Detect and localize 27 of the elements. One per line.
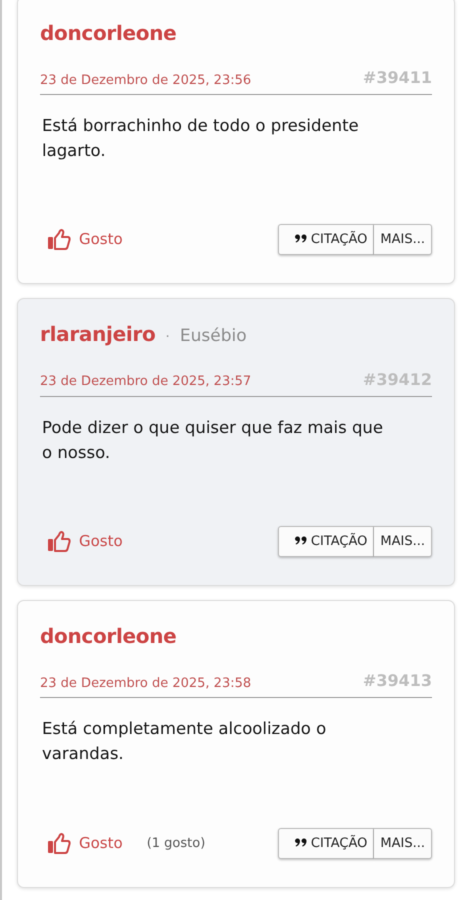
- like-button[interactable]: Gosto: [47, 832, 123, 854]
- like-count: (1 gosto): [146, 834, 206, 852]
- quote-button[interactable]: CITAÇÃO: [278, 526, 374, 557]
- quote-button[interactable]: CITAÇÃO: [278, 828, 374, 859]
- like-button[interactable]: Gosto: [47, 530, 123, 552]
- more-button[interactable]: MAIS...: [374, 526, 432, 557]
- author-name[interactable]: doncorleone: [40, 621, 176, 651]
- post-date: 23 de Dezembro de 2025, 23:58: [40, 674, 252, 692]
- user-title: Eusébio: [180, 325, 247, 348]
- more-button[interactable]: MAIS...: [374, 224, 432, 255]
- post-body: Pode dizer o que quiser que faz mais que o nosso.: [41, 416, 384, 464]
- post-body: Está completamente alcoolizado o varandas.: [41, 718, 328, 765]
- post-body: Está borrachinho de todo o presidente lagarto.: [41, 115, 360, 162]
- author-name[interactable]: doncorleone: [40, 18, 176, 48]
- thumbs-up-icon: [47, 832, 71, 854]
- thumbs-up-icon: [47, 228, 71, 250]
- post-date: 23 de Dezembro de 2025, 23:56: [40, 72, 252, 90]
- thumbs-up-icon: [47, 530, 71, 552]
- separator-dot: ·: [165, 328, 170, 347]
- quote-icon: [294, 536, 307, 546]
- post-date: 23 de Dezembro de 2025, 23:57: [40, 373, 252, 391]
- quote-icon: [294, 838, 307, 848]
- author-name[interactable]: rlaranjeiro: [40, 319, 156, 349]
- more-button[interactable]: MAIS...: [374, 828, 432, 859]
- like-button[interactable]: Gosto: [47, 228, 123, 250]
- quote-icon: [294, 234, 307, 244]
- quote-button[interactable]: CITAÇÃO: [278, 224, 374, 255]
